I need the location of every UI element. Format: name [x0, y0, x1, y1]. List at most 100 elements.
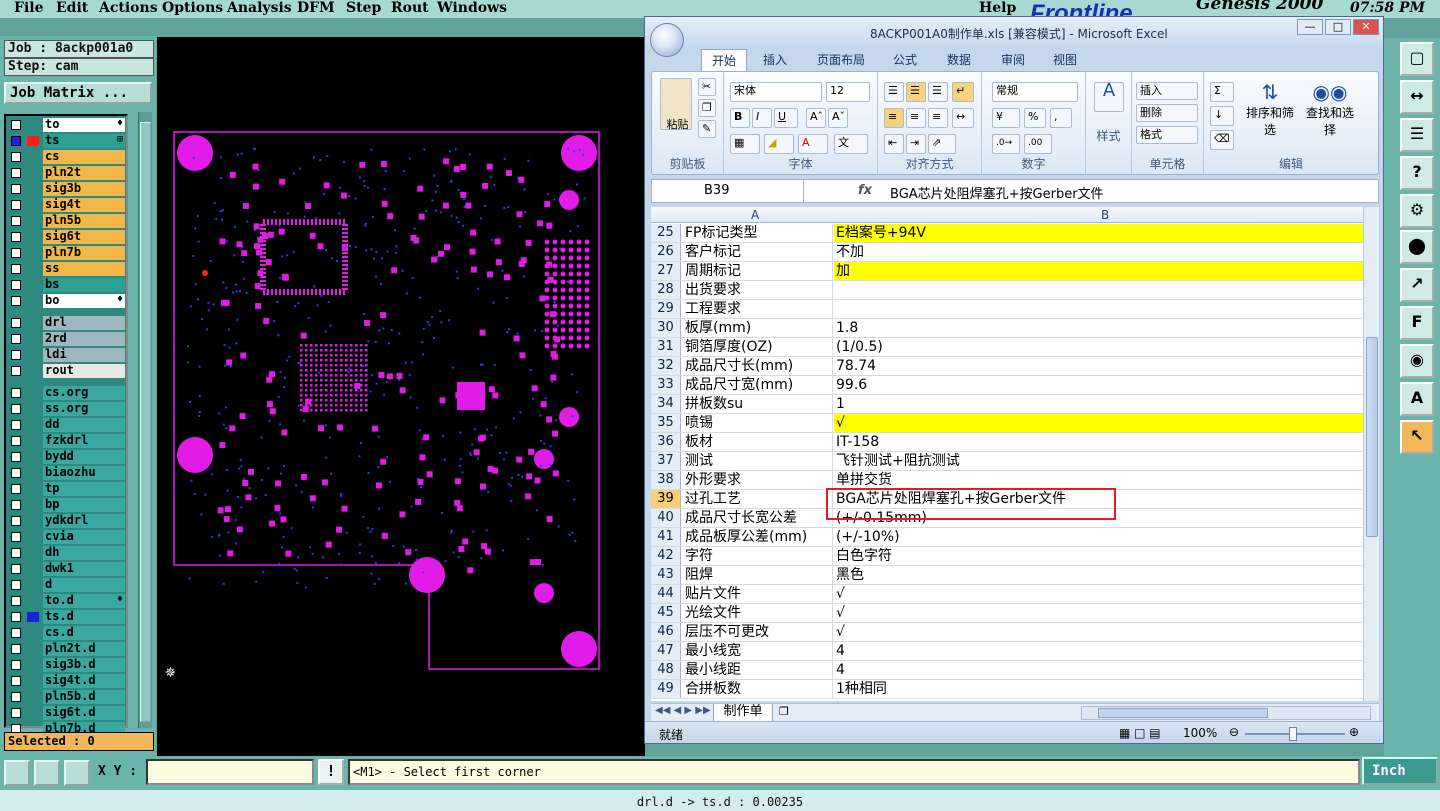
cell-a[interactable]: 外形要求	[682, 471, 833, 489]
right-tool-icon[interactable]: A	[1400, 382, 1434, 416]
right-tool-icon[interactable]: ◉	[1400, 344, 1434, 378]
layer-row[interactable]: pln5b	[7, 213, 127, 229]
cell-a[interactable]: 贴片文件	[682, 585, 833, 603]
cell-a[interactable]: 成品板厚公差(mm)	[682, 528, 833, 546]
align-left-icon[interactable]: ≡	[884, 108, 904, 128]
layer-checkbox[interactable]	[11, 366, 21, 376]
row-number[interactable]: 27	[651, 262, 681, 280]
autosum-icon[interactable]: Σ	[1210, 82, 1234, 102]
merge-cells-icon[interactable]: ↔	[952, 108, 974, 128]
cell-a[interactable]: 拼板数su	[682, 395, 833, 413]
align-middle-icon[interactable]: ☰	[906, 82, 926, 102]
font-color-icon[interactable]: A	[798, 134, 828, 154]
align-center-icon[interactable]: ≡	[906, 108, 926, 128]
row-number[interactable]: 37	[651, 452, 681, 470]
cell-b[interactable]: √	[834, 623, 1363, 641]
zoom-out-icon[interactable]: ⊖	[1229, 725, 1239, 739]
clear-icon[interactable]: ⌫	[1210, 130, 1234, 150]
fill-color-icon[interactable]: ◢	[764, 134, 794, 154]
layer-checkbox[interactable]	[11, 548, 21, 558]
horizontal-scrollbar[interactable]	[1081, 706, 1371, 720]
layer-checkbox[interactable]	[11, 660, 21, 670]
insert-sheet-icon[interactable]: ❐	[779, 705, 789, 718]
cell-b[interactable]: 单拼交货	[834, 471, 1363, 489]
font-size-select[interactable]: 12	[826, 82, 870, 102]
layer-checkbox[interactable]	[11, 248, 21, 258]
cell-a[interactable]: 成品尺寸宽(mm)	[682, 376, 833, 394]
layer-checkbox[interactable]	[11, 596, 21, 606]
layer-name[interactable]: cs.org	[43, 386, 125, 400]
layer-checkbox[interactable]	[11, 564, 21, 574]
menu-help[interactable]: Help	[979, 0, 1016, 16]
layer-row[interactable]: sig6t	[7, 229, 127, 245]
percent-icon[interactable]: %	[1024, 108, 1046, 128]
row-number[interactable]: 31	[651, 338, 681, 356]
layer-row[interactable]: dwk1	[7, 561, 127, 577]
layer-checkbox[interactable]	[11, 168, 21, 178]
row-number[interactable]: 35	[651, 414, 681, 432]
minimize-button[interactable]: —	[1297, 19, 1323, 35]
layer-checkbox[interactable]	[11, 516, 21, 526]
row-number[interactable]: 34	[651, 395, 681, 413]
cell-b[interactable]: 99.6	[834, 376, 1363, 394]
sheet-tab[interactable]: 制作单	[713, 704, 773, 722]
bold-button[interactable]: B	[730, 108, 750, 128]
cell-a[interactable]: 阻焊	[682, 566, 833, 584]
shrink-font-button[interactable]: Aˇ	[828, 108, 848, 128]
right-tool-icon[interactable]: F	[1400, 306, 1434, 340]
layer-name[interactable]: fzkdrl	[43, 434, 125, 448]
layer-name[interactable]: bydd	[43, 450, 125, 464]
layer-name[interactable]: dd	[43, 418, 125, 432]
comma-icon[interactable]: ,	[1050, 108, 1072, 128]
align-bottom-icon[interactable]: ☰	[928, 82, 948, 102]
layer-row[interactable]: to.d ♦	[7, 593, 127, 609]
layer-checkbox[interactable]	[11, 628, 21, 638]
row-number[interactable]: 36	[651, 433, 681, 451]
insert-cells-button[interactable]: 插入	[1136, 82, 1198, 100]
tab-insert[interactable]: 插入	[763, 51, 787, 68]
copy-icon[interactable]: ❐	[698, 99, 716, 117]
layer-row[interactable]: 2rd	[7, 331, 127, 347]
right-tool-icon[interactable]: ☰	[1400, 118, 1434, 152]
layer-name[interactable]: bp	[43, 498, 125, 512]
decrease-decimal-icon[interactable]: .00	[1024, 134, 1052, 154]
layer-checkbox[interactable]	[11, 296, 21, 306]
right-tool-icon[interactable]: ⬤	[1400, 230, 1434, 264]
cell-a[interactable]: 成品尺寸长宽公差	[682, 509, 833, 527]
cell-a[interactable]: 最小线宽	[682, 642, 833, 660]
layer-name[interactable]: bs	[43, 278, 125, 292]
layer-checkbox[interactable]	[11, 216, 21, 226]
cell-b[interactable]: 4	[834, 642, 1363, 660]
orientation-icon[interactable]: ⇗	[928, 134, 956, 154]
currency-icon[interactable]: ¥	[992, 108, 1020, 128]
cell-a[interactable]: 字符	[682, 547, 833, 565]
cell-a[interactable]: 成品尺寸长(mm)	[682, 357, 833, 375]
layer-checkbox[interactable]	[11, 484, 21, 494]
layer-name[interactable]: bo	[43, 294, 125, 308]
grow-font-button[interactable]: Aˆ	[806, 108, 826, 128]
layer-row[interactable]: biaozhu	[7, 465, 127, 481]
layer-row[interactable]: bs	[7, 277, 127, 293]
layer-name[interactable]: d	[43, 578, 125, 592]
cell-b[interactable]: 1.8	[834, 319, 1363, 337]
layer-checkbox[interactable]	[11, 184, 21, 194]
right-tool-icon[interactable]: ⚙	[1400, 194, 1434, 228]
row-number[interactable]: 42	[651, 547, 681, 565]
right-tool-icon[interactable]: ▢	[1400, 42, 1434, 76]
units-select[interactable]: Inch	[1362, 757, 1438, 785]
row-number[interactable]: 39	[651, 490, 681, 508]
layer-checkbox[interactable]	[11, 676, 21, 686]
insert-function-button[interactable]: fx	[812, 183, 872, 198]
layer-row[interactable]: ss	[7, 261, 127, 277]
layer-row[interactable]: d	[7, 577, 127, 593]
layer-name[interactable]: biaozhu	[43, 466, 125, 480]
cut-icon[interactable]: ✂	[698, 78, 716, 96]
layer-checkbox[interactable]	[11, 136, 21, 146]
xy-input[interactable]	[146, 759, 314, 785]
decrease-indent-icon[interactable]: ⇤	[884, 134, 904, 154]
layer-checkbox[interactable]	[11, 120, 21, 130]
right-tool-icon[interactable]: ↖	[1400, 420, 1434, 454]
layer-checkbox[interactable]	[11, 264, 21, 274]
cell-a[interactable]: 过孔工艺	[682, 490, 833, 508]
formula-input[interactable]: BGA芯片处阻焊塞孔+按Gerber文件	[890, 183, 1104, 202]
